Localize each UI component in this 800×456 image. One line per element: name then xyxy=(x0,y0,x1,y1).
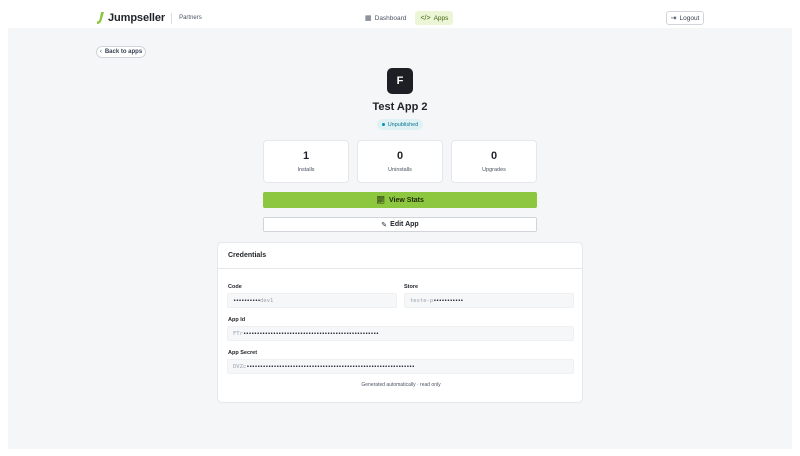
code-icon: </> xyxy=(420,14,431,22)
store-visible: teste-p xyxy=(410,297,434,304)
app-secret-masked: ••••••••••••••••••••••••••••••••••••••••… xyxy=(246,363,415,370)
app-id-visible: FTr xyxy=(233,330,243,337)
app-avatar: F xyxy=(387,68,413,94)
status-badge: Unpublished xyxy=(377,119,423,130)
app-id-masked: ••••••••••••••••••••••••••••••••••••••••… xyxy=(242,330,379,337)
dashboard-icon: ▦ xyxy=(365,15,372,22)
stat-card-upgrades: 0 Upgrades xyxy=(451,140,537,183)
pencil-icon: ✎ xyxy=(381,221,388,229)
stat-label: Uninstalls xyxy=(388,167,412,173)
stat-value: 1 xyxy=(302,150,310,162)
section-label: Partners xyxy=(179,15,202,21)
app-title: Test App 2 xyxy=(372,101,428,113)
main-nav: ▦ Dashboard </> Apps xyxy=(360,11,454,25)
credentials-title: Credentials xyxy=(218,243,582,269)
store-label: Store xyxy=(404,284,419,290)
nav-dashboard-label: Dashboard xyxy=(374,14,407,22)
logout-label: Logout xyxy=(679,14,700,22)
store-masked: ••••••••••• xyxy=(433,297,464,304)
brand-name: Jumpseller xyxy=(108,12,166,24)
credentials-card: Credentials Code •••••••••• dev1 Store t… xyxy=(217,242,583,403)
view-stats-button[interactable]: 📈︎ View Stats xyxy=(263,192,537,208)
code-field[interactable]: •••••••••• dev1 xyxy=(227,293,397,308)
code-visible: dev1 xyxy=(260,297,274,304)
nav-apps[interactable]: </> Apps xyxy=(415,11,454,25)
nav-apps-label: Apps xyxy=(433,14,449,22)
code-masked: •••••••••• xyxy=(233,297,261,304)
code-label: Code xyxy=(228,284,242,290)
app-id-field[interactable]: FTr ••••••••••••••••••••••••••••••••••••… xyxy=(227,326,574,341)
nav-dashboard[interactable]: ▦ Dashboard xyxy=(360,11,411,25)
status-label: Unpublished xyxy=(387,121,419,128)
credentials-footnote: Generated automatically · read only xyxy=(361,382,441,388)
stat-value: 0 xyxy=(490,150,498,162)
app-secret-field[interactable]: DVZc •••••••••••••••••••••••••••••••••••… xyxy=(227,359,574,374)
edit-app-label: Edit App xyxy=(390,221,419,228)
jumpseller-logo-icon xyxy=(97,11,104,24)
stat-label: Upgrades xyxy=(482,167,506,173)
store-field[interactable]: teste-p ••••••••••• xyxy=(404,293,574,308)
brand-logo[interactable]: Jumpseller Partners xyxy=(96,11,202,25)
back-label: Back to apps xyxy=(104,49,143,55)
app-secret-label: App Secret xyxy=(228,350,258,356)
logout-button[interactable]: ⇥ Logout xyxy=(666,11,704,25)
view-stats-label: View Stats xyxy=(389,196,424,204)
chevron-left-icon: ‹ xyxy=(99,49,102,55)
app-id-label: App Id xyxy=(228,317,246,323)
chart-icon: 📈︎ xyxy=(376,197,385,204)
stat-value: 0 xyxy=(396,150,404,162)
logout-icon: ⇥ xyxy=(670,15,677,22)
stat-card-installs: 1 Installs xyxy=(263,140,349,183)
brand-divider xyxy=(171,12,173,24)
status-dot-icon xyxy=(381,123,385,126)
stat-card-uninstalls: 0 Uninstalls xyxy=(357,140,443,183)
back-to-apps-button[interactable]: ‹ Back to apps xyxy=(96,46,146,58)
app-secret-visible: DVZc xyxy=(233,363,247,370)
stat-label: Installs xyxy=(297,167,315,173)
edit-app-button[interactable]: ✎ Edit App xyxy=(263,217,537,232)
